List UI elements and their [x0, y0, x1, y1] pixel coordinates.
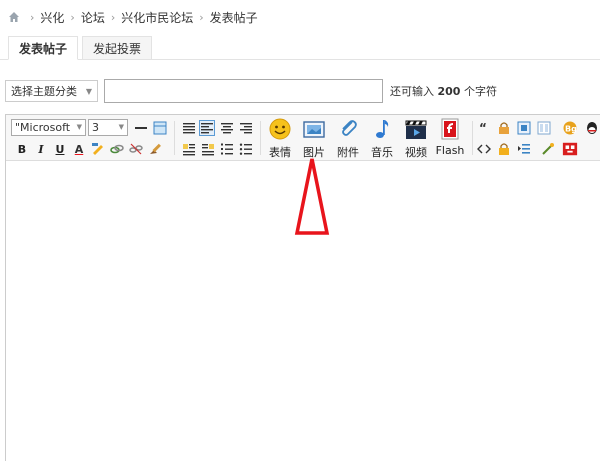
- insert-flash-label: Flash: [435, 144, 465, 157]
- breadcrumb-link-citizen-forum[interactable]: 兴化市民论坛: [121, 9, 193, 26]
- topic-category-value: 选择主题分类: [11, 85, 77, 98]
- post-page: › 兴化 › 论坛 › 兴化市民论坛 › 发表帖子 发表帖子 发起投票 选择主题…: [0, 0, 600, 461]
- quote-icon[interactable]: “: [476, 120, 492, 136]
- chevron-down-icon: ▼: [118, 123, 124, 131]
- code-icon[interactable]: [476, 141, 492, 157]
- svg-text:“: “: [479, 121, 487, 135]
- insert-music-label: 音乐: [371, 146, 393, 159]
- password-icon[interactable]: [496, 141, 512, 157]
- ordered-list-icon[interactable]: [219, 141, 235, 157]
- hide-content-icon[interactable]: [496, 120, 512, 136]
- editor-toolbar: "Microsoft ▼ 3 ▼ B I U A 表情 图片 附件 音乐 视频 …: [6, 115, 600, 161]
- clear-format-icon[interactable]: [147, 141, 163, 157]
- breadcrumb: › 兴化 › 论坛 › 兴化市民论坛 › 发表帖子: [8, 8, 258, 26]
- insert-music-button[interactable]: 音乐: [366, 117, 398, 159]
- breadcrumb-separator: ›: [70, 10, 75, 24]
- insert-attachment-label: 附件: [337, 146, 359, 159]
- char-hint-prefix: 还可输入: [390, 85, 434, 98]
- insert-smiley-label: 表情: [269, 146, 291, 159]
- float-left-icon[interactable]: [181, 141, 197, 157]
- horizontal-rule-icon[interactable]: [133, 120, 149, 136]
- breadcrumb-current: 发表帖子: [209, 10, 258, 25]
- breadcrumb-link-forum[interactable]: 论坛: [81, 9, 105, 26]
- svg-text:Bg: Bg: [565, 125, 577, 134]
- subject-input[interactable]: [104, 79, 383, 103]
- clapperboard-icon: [404, 117, 428, 141]
- smiley-icon: [268, 117, 292, 141]
- annotation-arrow-icon: [294, 158, 330, 235]
- paperclip-icon: [336, 117, 360, 141]
- insert-video-button[interactable]: 视频: [400, 117, 432, 159]
- insert-video-label: 视频: [405, 146, 427, 159]
- unlink-icon[interactable]: [128, 141, 144, 157]
- post-tabs: 发表帖子 发起投票: [8, 36, 156, 60]
- insert-smiley-button[interactable]: 表情: [264, 117, 296, 159]
- indent-icon[interactable]: [516, 141, 532, 157]
- insert-attachment-button[interactable]: 附件: [332, 117, 364, 159]
- subject-row: 选择主题分类 ▼ 还可输入 200 个字符: [5, 79, 600, 103]
- float-right-icon[interactable]: [200, 141, 216, 157]
- align-left-icon[interactable]: [199, 120, 215, 136]
- bg-color-icon[interactable]: Bg: [562, 120, 578, 136]
- image-icon: [302, 117, 326, 141]
- char-hint-count: 200: [437, 85, 461, 98]
- page-break-icon[interactable]: [536, 120, 552, 136]
- breadcrumb-separator: ›: [110, 10, 116, 24]
- align-right-icon[interactable]: [238, 120, 254, 136]
- free-content-icon[interactable]: [516, 120, 532, 136]
- music-note-icon: [370, 117, 394, 141]
- font-color-icon[interactable]: A: [71, 141, 87, 157]
- toolbar-divider: [472, 121, 473, 155]
- italic-icon[interactable]: I: [33, 141, 49, 157]
- underline-icon[interactable]: U: [52, 141, 68, 157]
- font-size-select[interactable]: 3 ▼: [88, 119, 128, 136]
- breadcrumb-separator: ›: [199, 10, 204, 24]
- bold-icon[interactable]: B: [14, 141, 30, 157]
- qq-icon[interactable]: [584, 120, 600, 136]
- insert-image-button[interactable]: 图片: [298, 117, 330, 159]
- char-count-hint: 还可输入 200 个字符: [390, 83, 497, 99]
- table-icon[interactable]: [152, 120, 168, 136]
- sticker-icon[interactable]: [562, 141, 578, 157]
- tab-new-poll[interactable]: 发起投票: [82, 36, 153, 60]
- spellcheck-icon[interactable]: [90, 141, 106, 157]
- link-icon[interactable]: [109, 141, 125, 157]
- font-family-select[interactable]: "Microsoft ▼: [11, 119, 86, 136]
- tab-new-post[interactable]: 发表帖子: [8, 36, 79, 60]
- unordered-list-icon[interactable]: [238, 141, 254, 157]
- breadcrumb-link-xinghua[interactable]: 兴化: [40, 9, 64, 26]
- toolbar-divider: [260, 121, 261, 155]
- char-hint-suffix: 个字符: [463, 85, 497, 98]
- magic-wand-icon[interactable]: [540, 141, 556, 157]
- breadcrumb-separator: ›: [30, 10, 35, 24]
- toolbar-divider: [174, 121, 175, 155]
- font-size-value: 3: [92, 121, 99, 134]
- align-center-icon[interactable]: [219, 120, 235, 136]
- chevron-down-icon: ▼: [76, 123, 82, 131]
- font-family-value: "Microsoft: [15, 121, 71, 134]
- align-justify-icon[interactable]: [181, 120, 197, 136]
- flash-icon: [438, 117, 462, 141]
- topic-category-select[interactable]: 选择主题分类 ▼: [5, 80, 98, 102]
- insert-flash-button[interactable]: Flash: [434, 117, 466, 159]
- chevron-down-icon: ▼: [85, 86, 92, 96]
- home-icon[interactable]: [8, 11, 20, 23]
